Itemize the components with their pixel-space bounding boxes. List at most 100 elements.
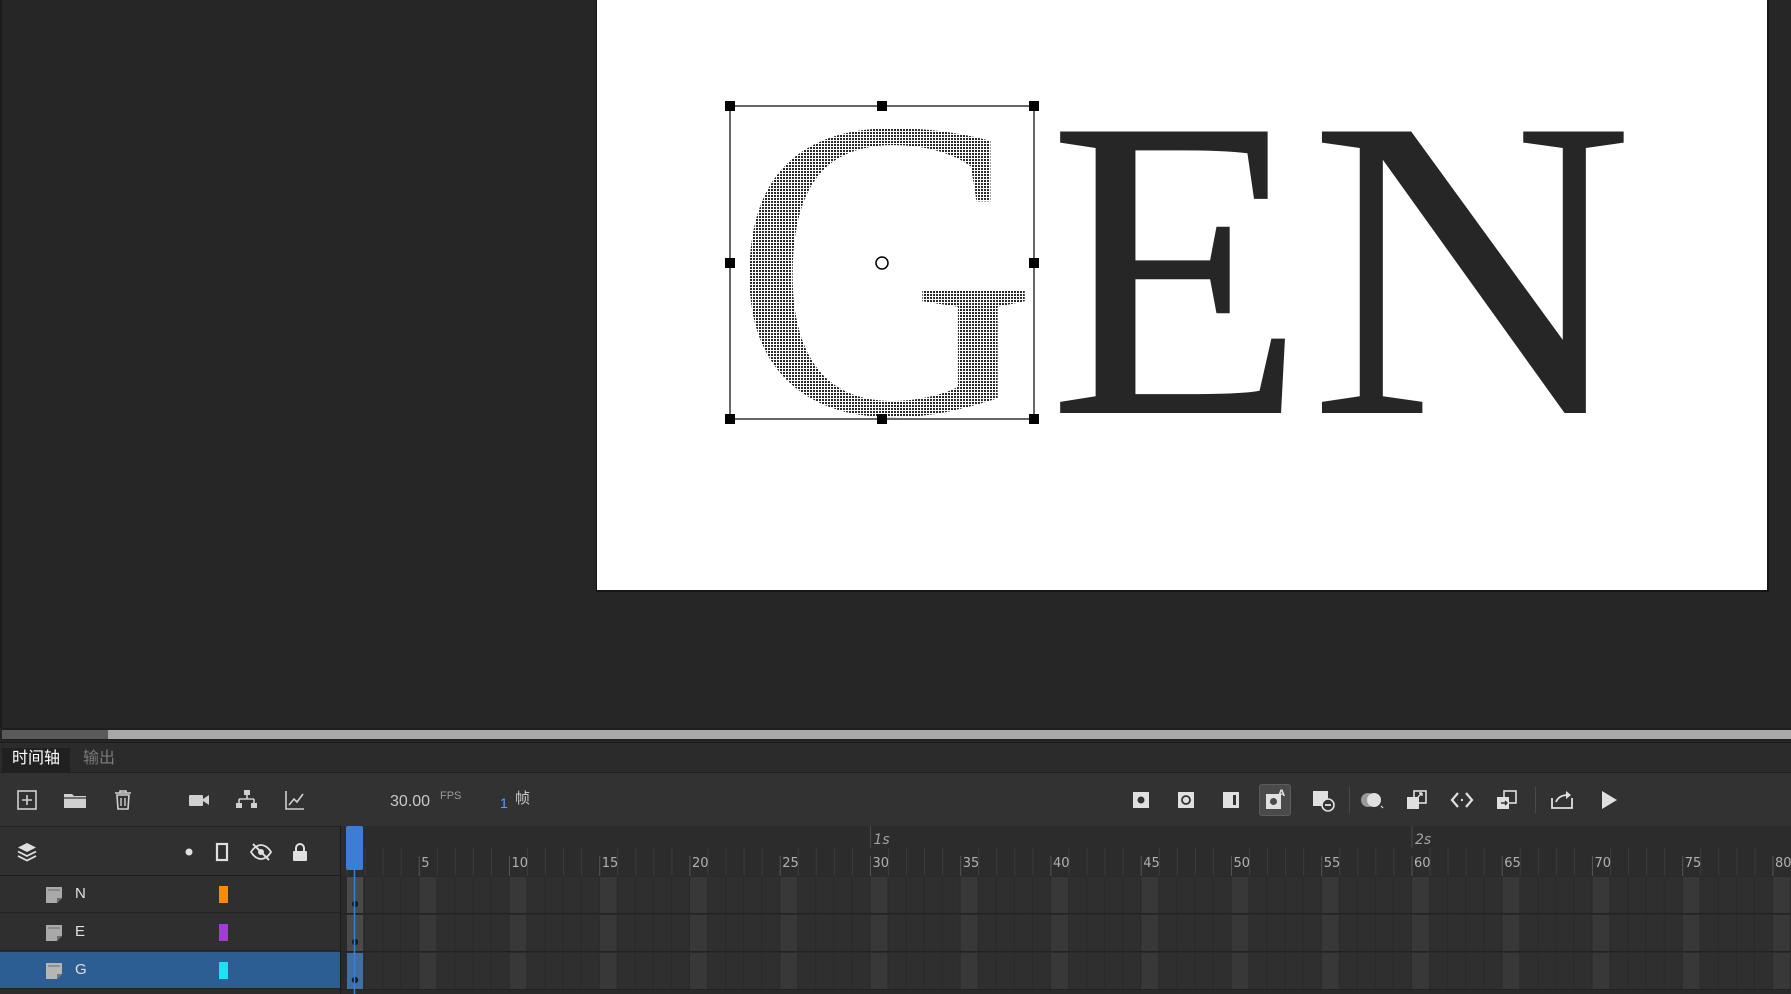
frame-cell bbox=[599, 915, 617, 951]
frame-cell bbox=[563, 915, 581, 951]
stage-artwork[interactable]: G E N bbox=[597, 0, 1770, 592]
toolbar-separator bbox=[1349, 787, 1350, 813]
frame-cell bbox=[1050, 953, 1068, 989]
frame-cell bbox=[1520, 915, 1538, 951]
frame-cell bbox=[419, 953, 437, 989]
lock-toggle-all[interactable] bbox=[287, 839, 313, 865]
frame-number-label: 40 bbox=[1053, 856, 1070, 871]
frame-number-label: 5 bbox=[421, 856, 429, 871]
frame-cell bbox=[1682, 877, 1700, 913]
frame-cell bbox=[1502, 953, 1520, 989]
frame-cell bbox=[437, 915, 455, 951]
frame-cell bbox=[1393, 915, 1411, 951]
frame-cell bbox=[1664, 877, 1682, 913]
sync-symbols-button[interactable] bbox=[1491, 784, 1523, 816]
frame-number-label: 15 bbox=[602, 856, 619, 871]
edit-multiple-frames-button[interactable] bbox=[1401, 784, 1433, 816]
frame-cell bbox=[1285, 877, 1303, 913]
frame-cell bbox=[1736, 953, 1754, 989]
frame-cell bbox=[1159, 877, 1177, 913]
remove-frame-button[interactable] bbox=[1307, 784, 1339, 816]
frame-cell bbox=[852, 953, 870, 989]
frame-cell bbox=[1772, 877, 1790, 913]
scrollbar-thumb[interactable] bbox=[2, 730, 108, 739]
frame-cell bbox=[383, 953, 401, 989]
frame-cell bbox=[1700, 953, 1718, 989]
insert-keyframe-button[interactable] bbox=[1125, 784, 1157, 816]
frame-cell bbox=[1448, 953, 1466, 989]
frame-cell bbox=[888, 877, 906, 913]
frame-cell bbox=[1520, 953, 1538, 989]
delete-layer-button[interactable] bbox=[107, 784, 139, 816]
insert-blank-keyframe-button[interactable] bbox=[1170, 784, 1202, 816]
frame-cell bbox=[1141, 877, 1159, 913]
frame-cell bbox=[365, 915, 383, 951]
frame-cell bbox=[1574, 915, 1592, 951]
horizontal-scrollbar[interactable] bbox=[2, 728, 1791, 740]
onion-skin-button[interactable] bbox=[1356, 784, 1388, 816]
frame-cell bbox=[978, 915, 996, 951]
new-folder-button[interactable] bbox=[59, 784, 91, 816]
frame-number-label: 50 bbox=[1233, 856, 1250, 871]
current-frame-number[interactable]: 1 bbox=[500, 795, 508, 811]
new-layer-button[interactable] bbox=[11, 784, 43, 816]
letter-e[interactable]: E bbox=[1048, 31, 1306, 507]
fps-value[interactable]: 30.00 bbox=[390, 793, 430, 811]
loop-button[interactable] bbox=[1446, 784, 1478, 816]
tab-output[interactable]: 输出 bbox=[73, 748, 125, 772]
frame-number-label: 45 bbox=[1143, 856, 1160, 871]
layer-color-swatch[interactable] bbox=[219, 924, 228, 941]
frame-cell bbox=[1610, 915, 1628, 951]
letter-n[interactable]: N bbox=[1309, 31, 1634, 507]
play-button[interactable] bbox=[1593, 784, 1625, 816]
layer-name[interactable]: E bbox=[75, 923, 85, 940]
show-layers-button[interactable] bbox=[14, 839, 40, 865]
frame-cell bbox=[1411, 953, 1429, 989]
resize-handle-top-right bbox=[1029, 101, 1039, 111]
frame-cell bbox=[653, 877, 671, 913]
layer-name[interactable]: N bbox=[75, 885, 86, 902]
layer-color-swatch[interactable] bbox=[219, 962, 228, 979]
frame-cell bbox=[1610, 953, 1628, 989]
frame-cell bbox=[545, 915, 563, 951]
auto-keyframe-button[interactable]: A bbox=[1259, 784, 1291, 816]
layer-name[interactable]: G bbox=[75, 961, 87, 978]
frame-cell bbox=[1339, 953, 1357, 989]
frame-cell bbox=[816, 877, 834, 913]
timeline-frames[interactable]: 1s 2s 5 10 15 20 25 30 35 40 45 50 55 60 65 70 75 80 bbox=[340, 826, 1791, 994]
outline-layers-button[interactable] bbox=[209, 839, 235, 865]
layer-parenting-button[interactable] bbox=[231, 784, 263, 816]
layer-row-e[interactable]: E bbox=[0, 914, 340, 951]
frame-cell bbox=[780, 953, 798, 989]
layer-row-n[interactable]: N bbox=[0, 876, 340, 913]
graph-button[interactable] bbox=[279, 784, 311, 816]
stage-pasteboard[interactable]: G E N bbox=[0, 0, 1791, 728]
frame-cell bbox=[563, 877, 581, 913]
frame-cell bbox=[1159, 953, 1177, 989]
layer-color-swatch[interactable] bbox=[219, 886, 228, 903]
resize-handle-top bbox=[877, 101, 887, 111]
stage-canvas[interactable]: G E N bbox=[596, 0, 1769, 592]
frame-cell bbox=[798, 877, 816, 913]
frame-cell bbox=[581, 953, 599, 989]
frame-cell bbox=[1357, 915, 1375, 951]
tab-timeline[interactable]: 时间轴 bbox=[2, 748, 71, 772]
scrollbar-track[interactable] bbox=[2, 730, 1791, 739]
layer-row-g[interactable]: G bbox=[0, 952, 340, 989]
frame-cell bbox=[527, 877, 545, 913]
frame-cell bbox=[1718, 953, 1736, 989]
frame-cell bbox=[419, 915, 437, 951]
frame-cell bbox=[1249, 953, 1267, 989]
frame-cell bbox=[906, 953, 924, 989]
frames-grid[interactable]: 1s 2s 5 10 15 20 25 30 35 40 45 50 55 60 65 70 75 80 bbox=[341, 826, 1791, 994]
export-button[interactable] bbox=[1547, 784, 1579, 816]
highlight-layers-button[interactable] bbox=[176, 839, 202, 865]
insert-frame-button[interactable] bbox=[1215, 784, 1247, 816]
visibility-toggle-all[interactable] bbox=[248, 839, 274, 865]
camera-button[interactable] bbox=[183, 784, 215, 816]
frame-cell bbox=[996, 953, 1014, 989]
frame-cell bbox=[1285, 915, 1303, 951]
layer-parenting-icon bbox=[236, 790, 257, 808]
frame-cell bbox=[960, 915, 978, 951]
frame-cell bbox=[762, 953, 780, 989]
